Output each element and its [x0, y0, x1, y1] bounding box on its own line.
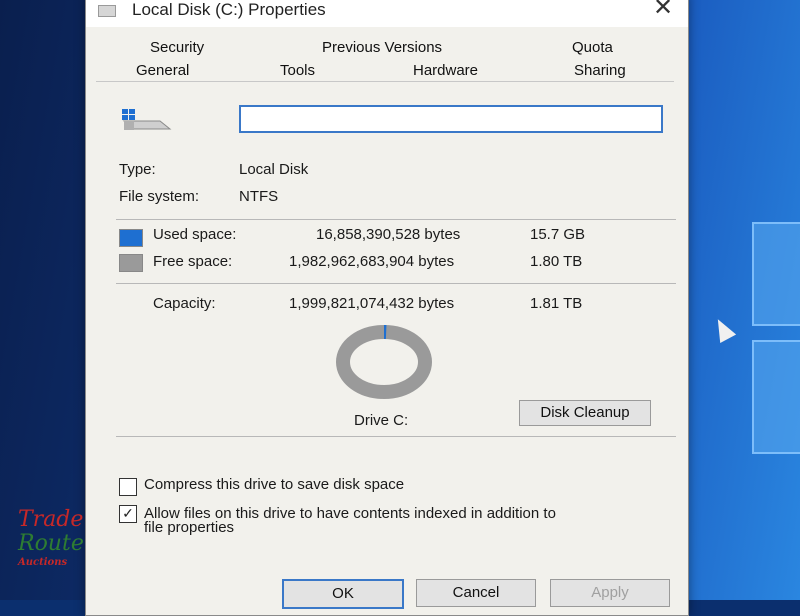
cancel-button[interactable]: Cancel — [416, 579, 536, 607]
file-system-value: NTFS — [239, 188, 278, 205]
compress-label: Compress this drive to save disk space — [144, 476, 404, 493]
tab-hardware[interactable]: Hardware — [413, 62, 478, 79]
window-title: Local Disk (C:) Properties — [132, 0, 326, 20]
drive-title-icon — [98, 5, 116, 17]
donut-free-ring — [343, 332, 425, 392]
tab-tools[interactable]: Tools — [280, 62, 315, 79]
tab-sharing[interactable]: Sharing — [574, 62, 626, 79]
tab-previous-versions[interactable]: Previous Versions — [322, 39, 442, 56]
type-value: Local Disk — [239, 161, 308, 178]
separator-capacity — [116, 283, 676, 284]
disk-cleanup-button[interactable]: Disk Cleanup — [519, 400, 651, 426]
used-space-swatch — [119, 229, 143, 247]
compress-checkbox[interactable] — [119, 478, 137, 496]
close-icon[interactable]: ✕ — [648, 0, 678, 23]
usage-donut — [329, 322, 439, 408]
file-system-label: File system: — [119, 188, 199, 205]
type-label: Type: — [119, 161, 156, 178]
windows-logo-pane-top — [752, 222, 800, 326]
mouse-cursor-icon — [710, 315, 736, 343]
capacity-label: Capacity: — [153, 295, 216, 312]
tab-security[interactable]: Security — [150, 39, 204, 56]
watermark-line2: Route — [18, 532, 90, 556]
watermark-line1: Trade — [18, 508, 90, 532]
tab-general[interactable]: General — [136, 62, 189, 79]
used-space-size: 15.7 GB — [530, 226, 585, 243]
tab-quota[interactable]: Quota — [572, 39, 613, 56]
index-checkbox[interactable]: ✓ — [119, 505, 137, 523]
index-label-line2: file properties — [144, 519, 234, 536]
properties-dialog: Local Disk (C:) Properties ✕ Security Pr… — [85, 0, 689, 616]
free-space-bytes: 1,982,962,683,904 bytes — [289, 253, 454, 270]
separator-top — [116, 219, 676, 220]
title-bar: Local Disk (C:) Properties ✕ — [86, 0, 688, 27]
tabstrip-divider — [96, 81, 674, 82]
drive-icon — [120, 107, 172, 133]
ok-button[interactable]: OK — [282, 579, 404, 609]
separator-bottom — [116, 436, 676, 437]
capacity-size: 1.81 TB — [530, 295, 582, 312]
watermark-line3: Auctions — [18, 556, 90, 570]
free-space-size: 1.80 TB — [530, 253, 582, 270]
used-space-bytes: 16,858,390,528 bytes — [316, 226, 460, 243]
drive-label: Drive C: — [354, 412, 408, 429]
drive-name-input[interactable] — [239, 105, 663, 133]
capacity-bytes: 1,999,821,074,432 bytes — [289, 295, 454, 312]
free-space-swatch — [119, 254, 143, 272]
free-space-label: Free space: — [153, 253, 232, 270]
windows-logo-pane-bottom — [752, 340, 800, 454]
used-space-label: Used space: — [153, 226, 236, 243]
apply-button[interactable]: Apply — [550, 579, 670, 607]
trade-route-watermark: Trade Route Auctions — [18, 508, 90, 582]
